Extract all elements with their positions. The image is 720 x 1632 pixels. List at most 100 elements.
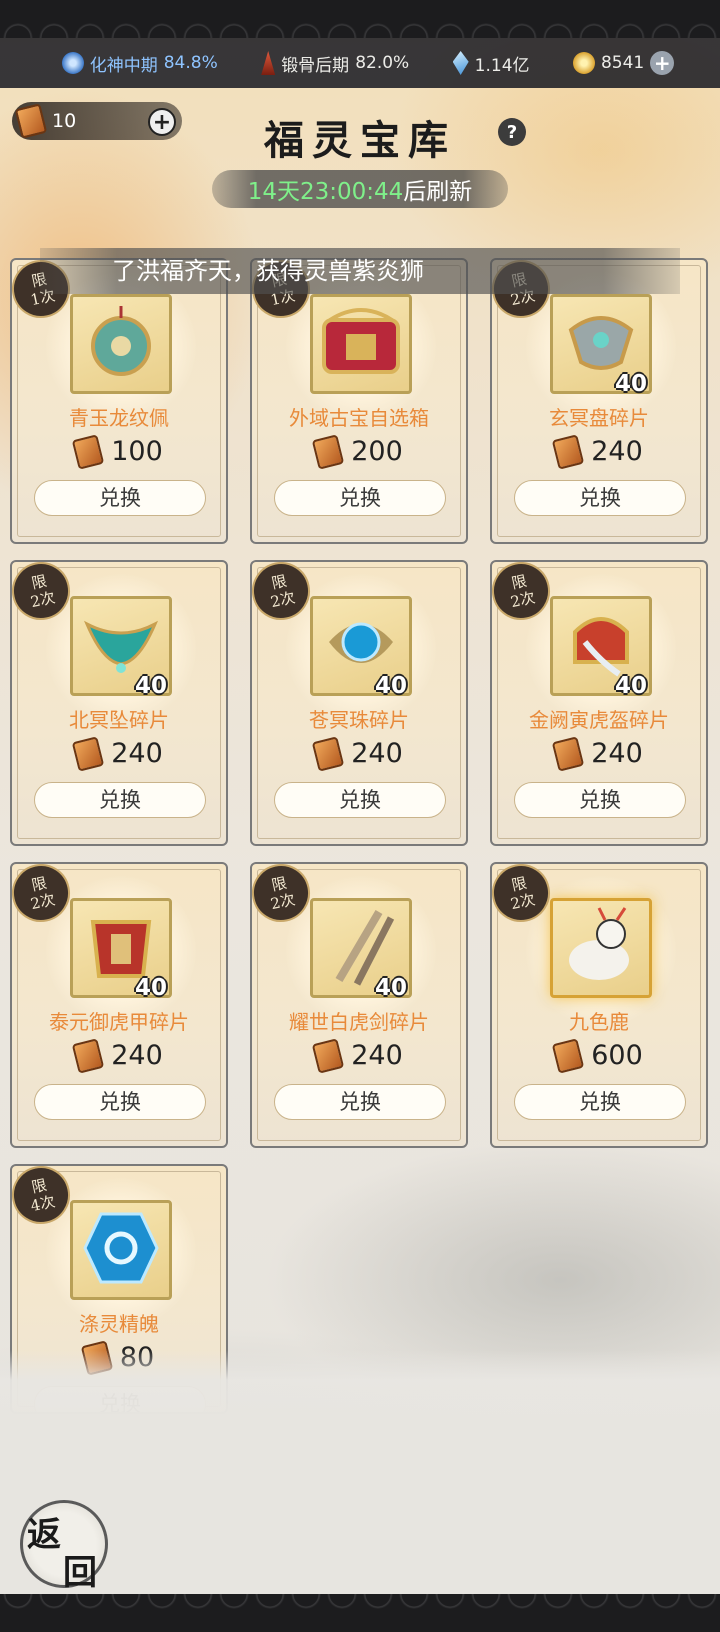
body-progress: 82.0% <box>355 53 410 73</box>
redeem-button[interactable]: 兑换 <box>34 782 206 818</box>
redeem-button[interactable]: 兑换 <box>514 480 686 516</box>
item-image[interactable]: 40 <box>70 898 172 1001</box>
refresh-time: 14天23:00:44 <box>247 179 404 205</box>
body-name: 锻骨后期 <box>281 55 350 76</box>
shop-item-card: 40 限 2次 苍冥珠碎片 240 兑换 <box>250 560 468 846</box>
item-image[interactable]: 40 <box>310 898 412 1001</box>
redeem-button[interactable]: 兑换 <box>514 782 686 818</box>
item-price: 240 <box>252 735 466 772</box>
item-quantity: 40 <box>374 673 407 699</box>
body-stat: 锻骨后期 82.0% <box>261 51 409 76</box>
item-image[interactable]: 40 <box>70 596 172 699</box>
redeem-button[interactable]: 兑换 <box>274 1084 446 1120</box>
item-name: 外域古宝自选箱 <box>289 406 429 430</box>
limit-count: 2次 <box>28 890 57 914</box>
item-price: 600 <box>492 1037 706 1074</box>
shop-item-card: 限1次外域古宝自选箱200兑换 <box>250 258 468 544</box>
item-name: 玄冥盘碎片 <box>549 406 649 430</box>
realm-progress: 84.8% <box>163 53 218 73</box>
back-button[interactable]: 返 回 <box>20 1500 108 1593</box>
redeem-button[interactable]: 兑换 <box>274 480 446 516</box>
item-price: 200 <box>252 433 466 470</box>
item-name: 涤灵精魄 <box>79 1312 159 1336</box>
top-decor-band <box>0 0 720 38</box>
item-name: 青玉龙纹佩 <box>69 406 169 430</box>
shop-item-card: 限1次青玉龙纹佩100兑换 <box>10 258 228 544</box>
limit-count: 2次 <box>268 588 297 612</box>
price-value: 100 <box>111 436 163 467</box>
item-name: 耀世白虎剑碎片 <box>289 1010 429 1034</box>
realm-name: 化神中期 <box>89 55 158 76</box>
price-value: 240 <box>591 436 643 467</box>
ticket-icon <box>311 433 345 470</box>
price-value: 240 <box>111 738 163 769</box>
shop-item-card: 限 2次 九色鹿 600 兑换 <box>490 862 708 1148</box>
resource-status-bar: 化神中期 84.8% 锻骨后期 82.0% 1.14亿 8541 + <box>0 38 720 88</box>
item-name: 金阙寅虎盔碎片 <box>529 708 669 732</box>
limit-count: 2次 <box>508 588 537 612</box>
ticket-icon <box>551 433 585 470</box>
redeem-button[interactable]: 兑换 <box>514 1084 686 1120</box>
item-name: 北冥坠碎片 <box>69 708 169 732</box>
gold-amount: 8541 <box>600 53 645 73</box>
realm-stat: 化神中期 84.8% <box>61 51 218 76</box>
shop-item-card: 40 限 2次 耀世白虎剑碎片 240 兑换 <box>250 862 468 1148</box>
treasure-chest-icon <box>316 300 406 388</box>
spirit-crystal-icon <box>452 51 469 75</box>
spirit-stone-stat: 1.14亿 <box>452 51 530 76</box>
item-image[interactable]: 40 <box>550 596 652 699</box>
ticket-icon <box>311 735 345 772</box>
ticket-icon <box>551 1037 585 1074</box>
back-char-1: 返 <box>27 1515 61 1555</box>
item-image[interactable]: 40 <box>310 596 412 699</box>
ticket-icon <box>71 433 105 470</box>
item-image[interactable] <box>550 898 652 998</box>
redeem-button[interactable]: 兑换 <box>34 1084 206 1120</box>
item-image[interactable] <box>70 294 172 394</box>
item-price: 100 <box>12 433 226 470</box>
item-name: 九色鹿 <box>569 1010 629 1034</box>
spirit-stone-amount: 1.14亿 <box>474 55 530 76</box>
bottom-mist <box>0 1350 720 1594</box>
refresh-suffix: 后刷新 <box>403 179 473 205</box>
item-quantity: 40 <box>134 975 167 1001</box>
price-value: 240 <box>111 1040 163 1071</box>
deer-icon <box>559 904 643 992</box>
ticket-icon <box>311 1037 345 1074</box>
price-value: 240 <box>351 1040 403 1071</box>
price-value: 240 <box>591 738 643 769</box>
back-char-2: 回 <box>63 1553 97 1593</box>
limit-count: 2次 <box>508 890 537 914</box>
spirit-crystal-icon <box>79 1206 163 1294</box>
limit-count: 2次 <box>268 890 297 914</box>
gold-coin-icon <box>572 52 595 74</box>
bottom-decor-band <box>0 1594 720 1632</box>
redeem-button[interactable]: 兑换 <box>274 782 446 818</box>
help-icon[interactable]: ? <box>498 118 526 146</box>
redeem-button[interactable]: 兑换 <box>34 480 206 516</box>
item-quantity: 40 <box>614 673 647 699</box>
item-price: 240 <box>252 1037 466 1074</box>
item-name: 苍冥珠碎片 <box>309 708 409 732</box>
broadcast-marquee: 了洪福齐天，获得灵兽紫炎狮 <box>40 248 680 294</box>
shop-item-card: 40 限 2次 泰元御虎甲碎片 240 兑换 <box>10 862 228 1148</box>
shop-item-card: 40 限 2次 北冥坠碎片 240 兑换 <box>10 560 228 846</box>
gold-stat: 8541 + <box>572 51 675 75</box>
ticket-icon <box>71 1037 105 1074</box>
refresh-countdown: 14天23:00:44 后刷新 <box>212 170 508 208</box>
add-gold-button[interactable]: + <box>650 51 675 75</box>
price-value: 240 <box>351 738 403 769</box>
body-blade-icon <box>261 51 276 75</box>
page-title: 福灵宝库 <box>264 117 456 164</box>
item-image[interactable] <box>310 294 412 394</box>
jade-pendant-icon <box>79 300 163 388</box>
realm-swirl-icon <box>61 52 84 74</box>
limit-count: 2次 <box>28 588 57 612</box>
item-price: 240 <box>492 735 706 772</box>
item-price: 240 <box>12 735 226 772</box>
price-value: 600 <box>591 1040 643 1071</box>
limit-count: 4次 <box>28 1192 57 1216</box>
item-quantity: 40 <box>374 975 407 1001</box>
item-image[interactable]: 40 <box>550 294 652 397</box>
item-image[interactable] <box>70 1200 172 1300</box>
